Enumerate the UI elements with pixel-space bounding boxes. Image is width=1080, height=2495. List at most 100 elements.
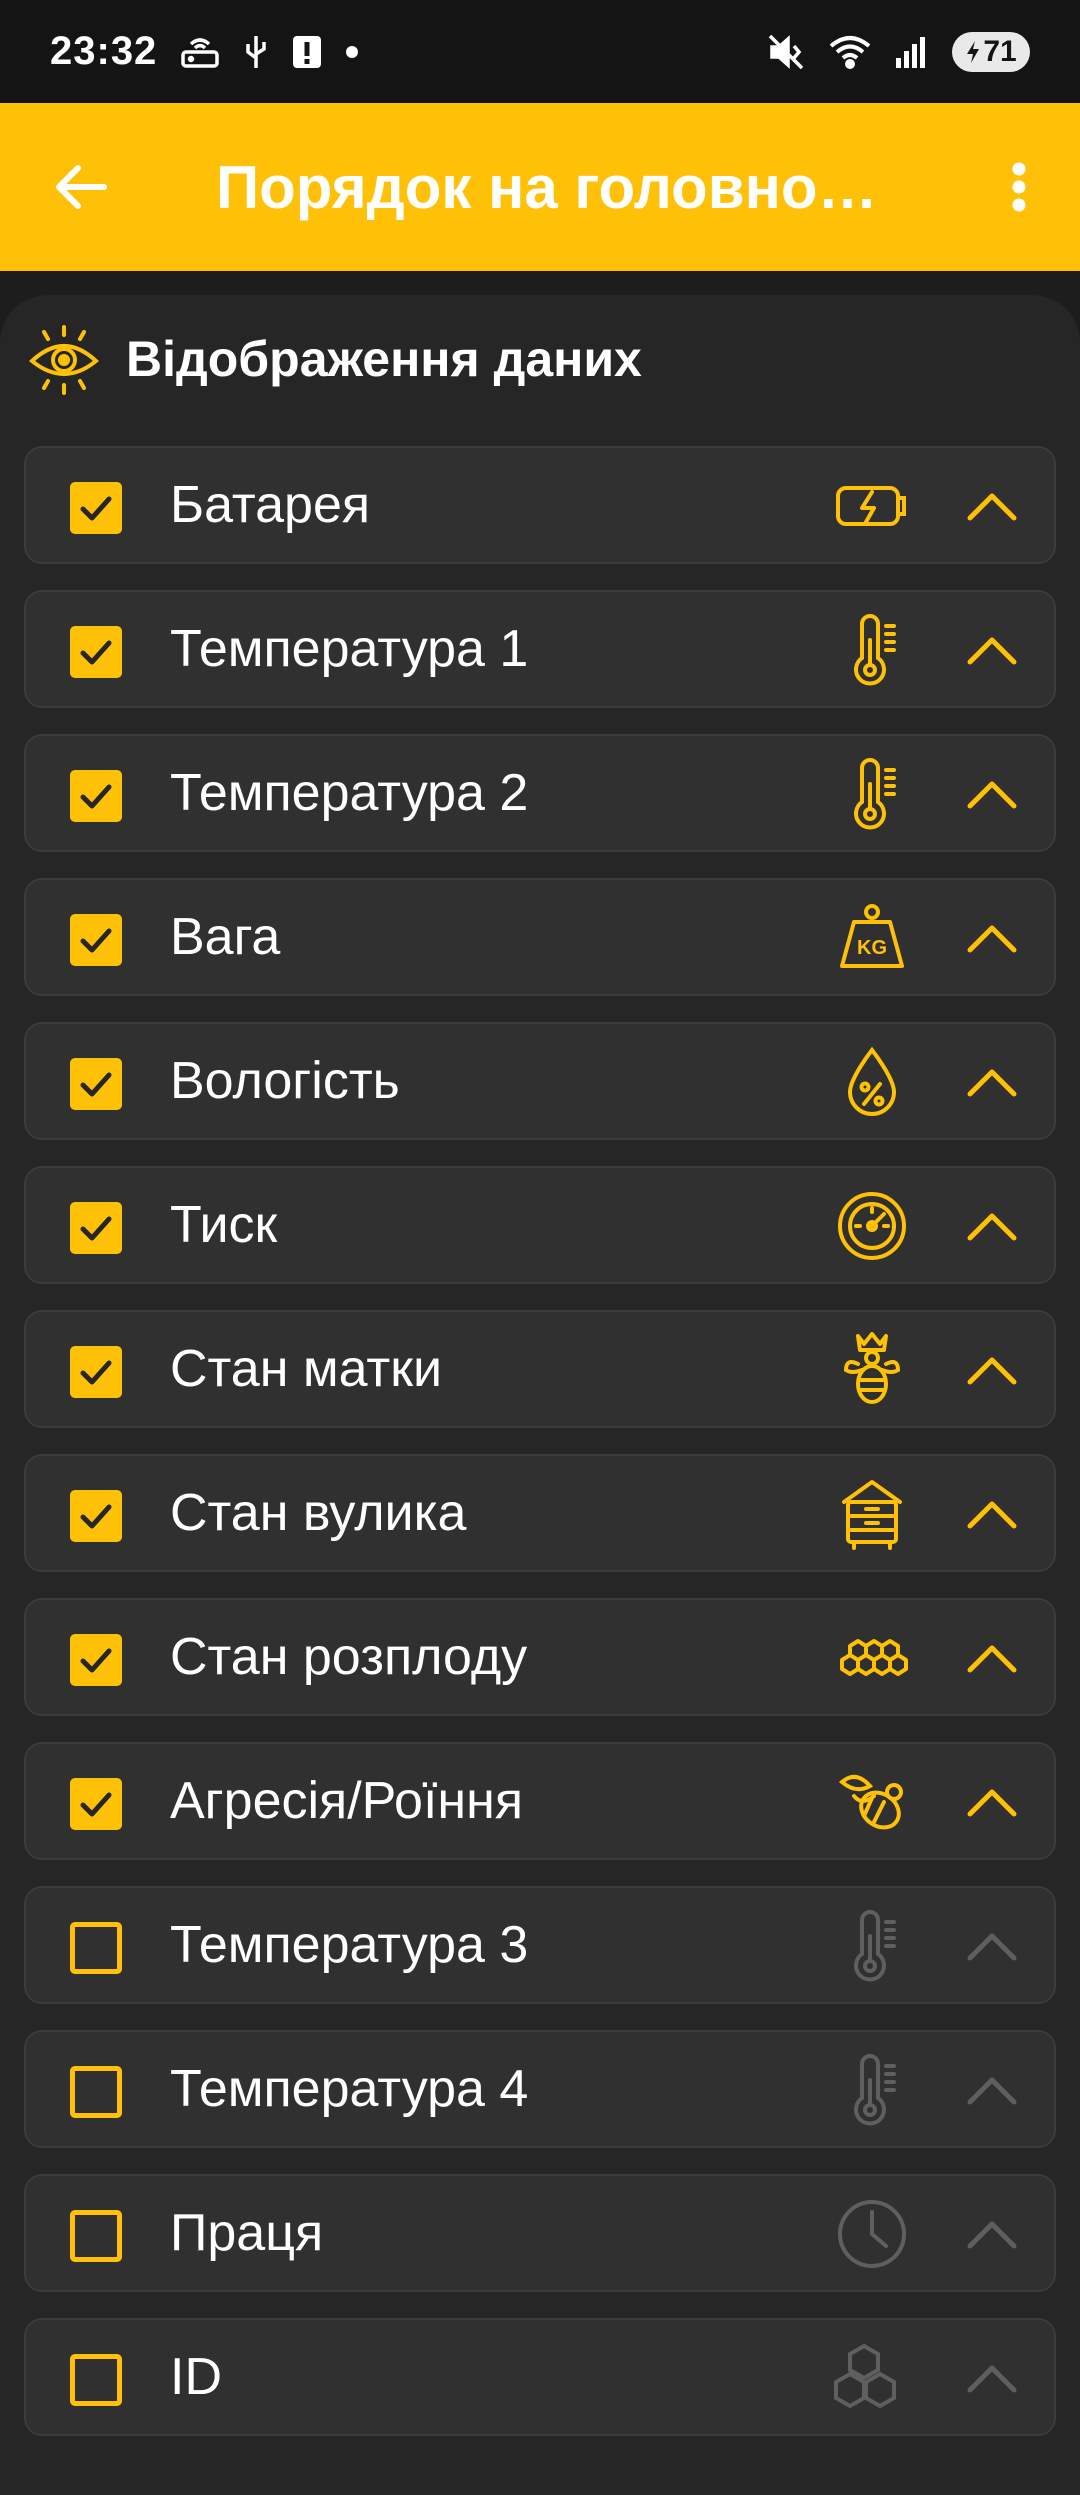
alert-icon bbox=[291, 34, 323, 70]
item-checkbox[interactable] bbox=[70, 1634, 122, 1686]
section-title: Відображення даних bbox=[126, 331, 642, 387]
chevron-up-icon[interactable] bbox=[966, 1200, 1018, 1252]
eye-icon bbox=[28, 325, 100, 395]
item-label: Температура 2 bbox=[170, 764, 529, 822]
signal-icon bbox=[894, 34, 930, 70]
more-options-button[interactable] bbox=[964, 103, 1074, 271]
item-checkbox[interactable] bbox=[70, 2066, 122, 2118]
thermometer-icon bbox=[854, 2054, 896, 2126]
list-item[interactable]: Температура 4 bbox=[24, 2030, 1056, 2148]
bee-icon bbox=[838, 1774, 903, 1830]
usb-icon bbox=[243, 32, 269, 72]
item-label: ID bbox=[170, 2348, 222, 2406]
thermometer-icon bbox=[854, 1910, 896, 1982]
charging-bolt-icon bbox=[967, 40, 980, 63]
checkmark-icon bbox=[80, 1360, 112, 1385]
list-item[interactable]: Вага KG bbox=[24, 878, 1056, 996]
list-item[interactable]: Стан матки bbox=[24, 1310, 1056, 1428]
item-label: Праця bbox=[170, 2204, 324, 2262]
chevron-up-icon[interactable] bbox=[966, 1920, 1018, 1972]
arrow-left-icon bbox=[56, 165, 107, 209]
item-label: Агресія/Роїння bbox=[170, 1772, 524, 1830]
list-item[interactable]: Стан розплоду bbox=[24, 1598, 1056, 1716]
battery-level: 71 bbox=[983, 34, 1017, 68]
battery-charging-icon bbox=[836, 486, 906, 526]
list-item[interactable]: Температура 2 bbox=[24, 734, 1056, 852]
item-label: Стан розплоду bbox=[170, 1628, 528, 1686]
item-checkbox[interactable] bbox=[70, 1202, 122, 1254]
item-checkbox[interactable] bbox=[70, 770, 122, 822]
item-label: Температура 1 bbox=[170, 620, 529, 678]
checkmark-icon bbox=[80, 1792, 112, 1817]
chevron-up-icon[interactable] bbox=[966, 1344, 1018, 1396]
svg-text:KG: KG bbox=[857, 937, 887, 959]
list-item[interactable]: Вологість bbox=[24, 1022, 1056, 1140]
thermometer-icon bbox=[854, 614, 896, 686]
chevron-up-icon[interactable] bbox=[966, 768, 1018, 820]
item-label: Вага bbox=[170, 908, 281, 966]
item-label: Вологість bbox=[170, 1052, 400, 1110]
list-item[interactable]: Праця bbox=[24, 2174, 1056, 2292]
list-item[interactable]: Температура 3 bbox=[24, 1886, 1056, 2004]
back-button[interactable] bbox=[26, 103, 136, 271]
checkmark-icon bbox=[80, 496, 112, 521]
checkmark-icon bbox=[80, 1216, 112, 1241]
section-header: Відображення даних bbox=[26, 317, 642, 401]
thermometer-icon bbox=[854, 758, 896, 830]
item-label: Температура 3 bbox=[170, 1916, 529, 1974]
chevron-up-icon[interactable] bbox=[966, 480, 1018, 532]
item-label: Стан матки bbox=[170, 1340, 443, 1398]
checkmark-icon bbox=[80, 928, 112, 953]
chevron-up-icon[interactable] bbox=[966, 1488, 1018, 1540]
checkmark-icon bbox=[80, 1072, 112, 1097]
list-item[interactable]: Батарея bbox=[24, 446, 1056, 564]
chevron-up-icon[interactable] bbox=[966, 2352, 1018, 2404]
mute-vibrate-icon bbox=[766, 32, 806, 72]
clock-icon bbox=[838, 2200, 906, 2268]
battery-indicator: 71 bbox=[952, 31, 1030, 72]
item-checkbox[interactable] bbox=[70, 914, 122, 966]
item-label: Батарея bbox=[170, 476, 371, 534]
chevron-up-icon[interactable] bbox=[966, 1776, 1018, 1828]
beehive-icon bbox=[842, 1480, 902, 1550]
list-item[interactable]: ID bbox=[24, 2318, 1056, 2436]
item-checkbox[interactable] bbox=[70, 626, 122, 678]
item-label: Стан вулика bbox=[170, 1484, 467, 1542]
item-label: Тиск bbox=[170, 1196, 278, 1254]
chevron-up-icon[interactable] bbox=[966, 2064, 1018, 2116]
checkmark-icon bbox=[80, 640, 112, 665]
pressure-gauge-icon bbox=[838, 1192, 906, 1260]
page-title: Порядок на головно… bbox=[216, 153, 878, 221]
checkmark-icon bbox=[80, 784, 112, 809]
item-checkbox[interactable] bbox=[70, 1922, 122, 1974]
status-time: 23:32 bbox=[50, 29, 158, 73]
chevron-up-icon[interactable] bbox=[966, 912, 1018, 964]
dot-icon bbox=[345, 45, 359, 59]
chevron-up-icon[interactable] bbox=[966, 1632, 1018, 1684]
item-checkbox[interactable] bbox=[70, 1058, 122, 1110]
item-checkbox[interactable] bbox=[70, 1778, 122, 1830]
queen-bee-icon bbox=[843, 1332, 901, 1404]
chevron-up-icon[interactable] bbox=[966, 624, 1018, 676]
item-checkbox[interactable] bbox=[70, 1346, 122, 1398]
weight-kg-icon: KG bbox=[840, 904, 904, 968]
status-bar: 23:32 71 bbox=[0, 0, 1080, 103]
list-item[interactable]: Стан вулика bbox=[24, 1454, 1056, 1572]
item-checkbox[interactable] bbox=[70, 2354, 122, 2406]
more-vert-icon bbox=[1012, 162, 1026, 212]
item-checkbox[interactable] bbox=[70, 2210, 122, 2262]
item-checkbox[interactable] bbox=[70, 482, 122, 534]
honeycomb-icon bbox=[840, 1639, 908, 1676]
item-label: Температура 4 bbox=[170, 2060, 529, 2118]
app-bar: Порядок на головно… bbox=[0, 103, 1080, 271]
humidity-icon bbox=[847, 1046, 897, 1116]
list-item[interactable]: Температура 1 bbox=[24, 590, 1056, 708]
chevron-up-icon[interactable] bbox=[966, 1056, 1018, 1108]
item-checkbox[interactable] bbox=[70, 1490, 122, 1542]
chevron-up-icon[interactable] bbox=[966, 2208, 1018, 2260]
router-icon bbox=[179, 32, 221, 72]
checkmark-icon bbox=[80, 1648, 112, 1673]
list-item[interactable]: Агресія/Роїння bbox=[24, 1742, 1056, 1860]
metric-list: Батарея Температура 1 Температура 2 Вага KG В… bbox=[24, 446, 1056, 2462]
list-item[interactable]: Тиск bbox=[24, 1166, 1056, 1284]
